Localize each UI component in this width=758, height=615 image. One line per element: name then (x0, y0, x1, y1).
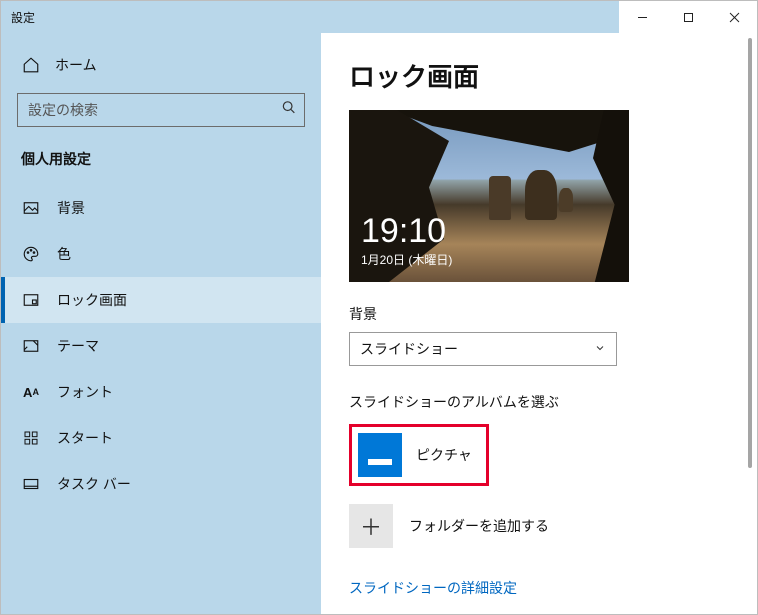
sidebar-item-taskbar[interactable]: タスク バー (1, 461, 321, 507)
sidebar-item-fonts[interactable]: AA フォント (1, 369, 321, 415)
minimize-button[interactable] (619, 1, 665, 33)
minimize-icon (637, 12, 648, 23)
window-body: ホーム 個人用設定 背景 色 ロック画面 (1, 33, 757, 614)
search-field-wrap (17, 93, 305, 127)
home-button[interactable]: ホーム (1, 47, 321, 89)
sidebar-item-lockscreen[interactable]: ロック画面 (1, 277, 321, 323)
start-icon (21, 428, 41, 448)
fonts-icon: AA (21, 382, 41, 402)
sidebar-item-themes[interactable]: テーマ (1, 323, 321, 369)
maximize-button[interactable] (665, 1, 711, 33)
preview-decoration (489, 176, 511, 220)
sidebar-item-label: スタート (57, 428, 113, 448)
advanced-settings-link[interactable]: スライドショーの詳細設定 (349, 578, 743, 598)
lockscreen-icon (21, 290, 41, 310)
picture-icon (21, 198, 41, 218)
sidebar-section-title: 個人用設定 (1, 149, 321, 185)
chevron-down-icon (594, 341, 606, 357)
add-folder-row: ＋ フォルダーを追加する (349, 504, 743, 548)
preview-decoration (525, 170, 557, 220)
themes-icon (21, 336, 41, 356)
lockscreen-preview: 19:10 1月20日 (木曜日) (349, 110, 629, 282)
preview-date: 1月20日 (木曜日) (361, 251, 452, 268)
search-input[interactable] (17, 93, 305, 127)
sidebar: ホーム 個人用設定 背景 色 ロック画面 (1, 33, 321, 614)
add-folder-button[interactable]: ＋ (349, 504, 393, 548)
sidebar-item-label: 色 (57, 244, 71, 264)
home-label: ホーム (55, 55, 97, 75)
album-item-label: ピクチャ (416, 445, 472, 465)
sidebar-item-label: タスク バー (57, 474, 131, 494)
sidebar-item-label: 背景 (57, 198, 85, 218)
settings-window: 設定 ホーム (0, 0, 758, 615)
close-icon (729, 12, 740, 23)
palette-icon (21, 244, 41, 264)
content-inner: ロック画面 19:10 1月20日 (木曜日) 背景 スライドショー スライ (321, 33, 743, 614)
album-item-pictures[interactable]: ピクチャ (349, 424, 489, 486)
search-icon (281, 100, 297, 121)
preview-time: 19:10 (361, 214, 446, 248)
dropdown-value: スライドショー (360, 339, 458, 359)
preview-decoration (559, 188, 573, 212)
scrollbar-thumb[interactable] (748, 38, 752, 468)
sidebar-item-background[interactable]: 背景 (1, 185, 321, 231)
home-icon (21, 55, 41, 75)
maximize-icon (683, 12, 694, 23)
sidebar-item-start[interactable]: スタート (1, 415, 321, 461)
background-dropdown[interactable]: スライドショー (349, 332, 617, 366)
page-title: ロック画面 (349, 57, 743, 94)
taskbar-icon (21, 474, 41, 494)
background-label: 背景 (349, 304, 743, 324)
plus-icon: ＋ (360, 510, 382, 542)
sidebar-item-label: テーマ (57, 336, 99, 356)
titlebar: 設定 (1, 1, 757, 33)
window-title: 設定 (11, 9, 35, 26)
sidebar-item-colors[interactable]: 色 (1, 231, 321, 277)
titlebar-title-area: 設定 (1, 9, 35, 26)
scrollbar[interactable] (743, 33, 757, 614)
preview-decoration (593, 110, 629, 282)
sidebar-item-label: ロック画面 (57, 290, 127, 310)
album-section-label: スライドショーのアルバムを選ぶ (349, 392, 743, 412)
window-controls (619, 1, 757, 33)
content-area: ロック画面 19:10 1月20日 (木曜日) 背景 スライドショー スライ (321, 33, 757, 614)
close-button[interactable] (711, 1, 757, 33)
add-folder-label: フォルダーを追加する (409, 516, 549, 536)
folder-thumb-icon (358, 433, 402, 477)
sidebar-item-label: フォント (57, 382, 113, 402)
